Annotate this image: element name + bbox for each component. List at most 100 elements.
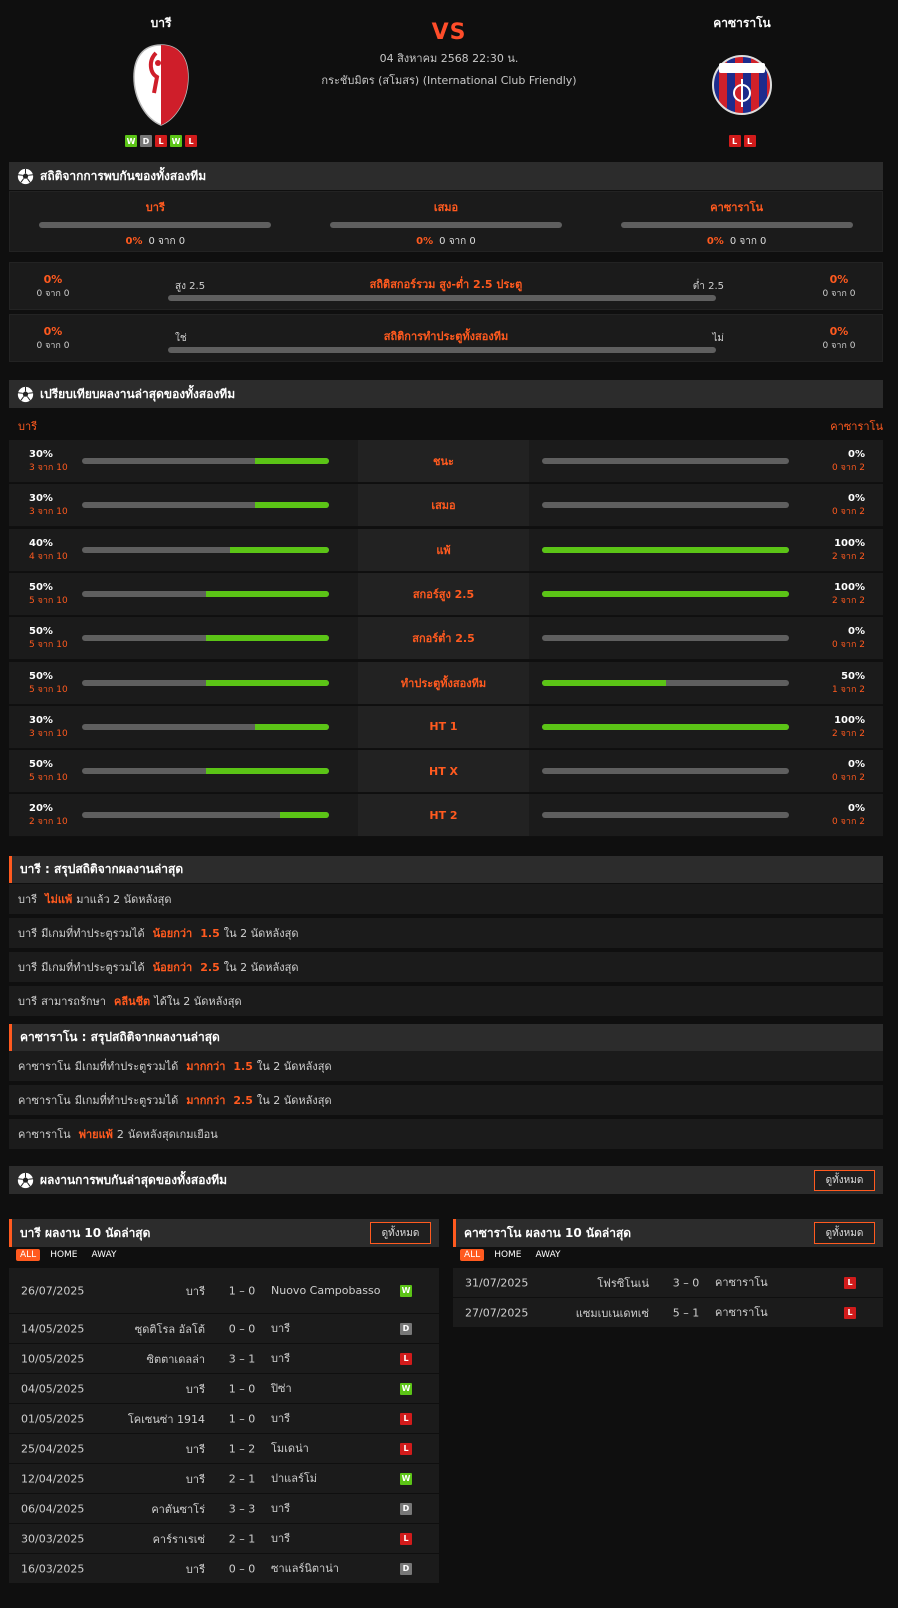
form-badge: L (185, 135, 197, 147)
summary-highlight: น้อยกว่า (152, 961, 193, 974)
compare-home-pct: 40% (29, 537, 53, 549)
match-away-team: ปาแลร์โม่ (271, 1471, 318, 1485)
compare-home-stat: 30% 3 จาก 10 (29, 715, 68, 740)
away-list-filters: ALL HOME AWAY (460, 1249, 565, 1261)
compare-away-stat: 100% 2 จาก 2 (832, 538, 865, 563)
match-row[interactable]: 25/04/2025 บารี 1 – 2 โมเดน่า L (9, 1434, 439, 1464)
summary-highlight: ไม่แพ้ (45, 893, 73, 906)
summary-text: ได้ใน 2 นัดหลังสุด (154, 995, 242, 1008)
compare-home-bar-fill (205, 768, 329, 775)
compare-home-stat: 50% 5 จาก 10 (29, 759, 68, 784)
compare-home-pct: 30% (29, 493, 53, 505)
compare-away-bar-fill (542, 723, 789, 730)
match-score: 0 – 0 (228, 1322, 256, 1335)
summary-line: คาซาราโน มีเกมที่ทำประตูรวมได้ มากกว่า 2.5 ใ… (9, 1085, 883, 1115)
compare-row-label: แพ้ (358, 528, 529, 571)
match-row[interactable]: 12/04/2025 บารี 2 – 1 ปาแลร์โม่ W (9, 1464, 439, 1494)
match-row[interactable]: 04/05/2025 บารี 1 – 0 ปิซ่า W (9, 1374, 439, 1404)
h2h-pct: 0% (706, 236, 724, 247)
match-row[interactable]: 26/07/2025 บารี 1 – 0 Nuovo Campobasso W (9, 1268, 439, 1314)
match-date: 14/05/2025 (21, 1322, 85, 1335)
filter-all-tab[interactable]: ALL (460, 1249, 485, 1261)
home-list-title: บารี ผลงาน 10 นัดล่าสุด (20, 1225, 151, 1240)
compare-home-count: 3 จาก 10 (29, 728, 68, 739)
compare-home-bar-fill (230, 546, 329, 553)
compare-away-stat: 100% 2 จาก 2 (832, 582, 865, 607)
away-team[interactable]: คาซาราโน LL (682, 14, 802, 147)
compare-away-pct: 100% (834, 581, 865, 593)
away-list-view-all-button[interactable]: ดูทั้งหมด (814, 1222, 875, 1244)
h2h-bar (620, 222, 853, 228)
compare-home-bar (82, 635, 329, 642)
h2h-col-label: คาซาราโน (710, 201, 763, 214)
match-row[interactable]: 01/05/2025 โคเซนซ่า 1914 1 – 0 บารี L (9, 1404, 439, 1434)
summary-line: บารี มีเกมที่ทำประตูรวมได้ น้อยกว่า 2.5 ใน 2… (9, 952, 883, 982)
result-badge: W (400, 1472, 412, 1485)
summary-text: ใน 2 นัดหลังสุด (223, 927, 299, 940)
filter-home-tab[interactable]: HOME (46, 1249, 81, 1261)
compare-home-stat: 20% 2 จาก 10 (29, 803, 68, 828)
filter-away-tab[interactable]: AWAY (532, 1249, 565, 1261)
result-badge: D (400, 1562, 412, 1575)
compare-away-count: 0 จาก 2 (832, 463, 865, 473)
summary-text: ใน 2 นัดหลังสุด (256, 1060, 332, 1073)
summary-highlight: มากกว่า (186, 1094, 226, 1107)
compare-home-stat: 50% 5 จาก 10 (29, 626, 68, 651)
soccer-ball-icon (17, 168, 34, 184)
summary-text: คาซาราโน (18, 1128, 71, 1141)
compare-away-stat: 50% 1 จาก 2 (832, 671, 865, 696)
form-badge: L (728, 135, 741, 147)
summary-text: มีเกมที่ทำประตูรวมได้ (41, 927, 145, 940)
match-row[interactable]: 31/07/2025 โฟรซิโนเน่ 3 – 0 คาซาราโน L (453, 1268, 883, 1298)
filter-home-tab[interactable]: HOME (490, 1249, 525, 1261)
compare-home-bar (82, 458, 329, 464)
compare-away-pct: 50% (841, 670, 865, 682)
match-away-team: ซาแลร์นิตาน่า (271, 1561, 339, 1575)
form-badge: W (125, 135, 137, 147)
home-list-view-all-button[interactable]: ดูทั้งหมด (370, 1222, 431, 1244)
match-row[interactable]: 27/07/2025 แซมเบเนเดทเซ่ 5 – 1 คาซาราโน L (453, 1298, 883, 1328)
h2h-draws: เสมอ 0% 0 จาก 0 (329, 198, 562, 249)
result-badge: W (400, 1382, 412, 1395)
match-row[interactable]: 30/03/2025 คาร์ราเรเซ่ 2 – 1 บารี L (9, 1524, 439, 1554)
match-score: 0 – 0 (228, 1562, 256, 1575)
match-row[interactable]: 10/05/2025 ซิตตาเดลล่า 3 – 1 บารี L (9, 1344, 439, 1374)
compare-away-count: 2 จาก 2 (832, 551, 865, 562)
away-summary-header: คาซาราโน : สรุปสถิติจากผลงานล่าสุด (9, 1024, 883, 1051)
filter-away-tab[interactable]: AWAY (88, 1249, 121, 1261)
form-badge: L (743, 135, 756, 147)
compare-away-count: 2 จาก 2 (832, 595, 865, 606)
match-date: 01/05/2025 (21, 1412, 85, 1425)
match-away-team: Nuovo Campobasso (271, 1283, 381, 1297)
compare-away-count: 0 จาก 2 (832, 773, 865, 784)
h2h-pct: 0% (416, 236, 434, 247)
compare-away-bar-fill (542, 679, 666, 686)
summary-line: บารี สามารถรักษา คลีนชีต ได้ใน 2 นัดหลังสุด (9, 986, 883, 1016)
compare-home-stat: 50% 5 จาก 10 (29, 671, 68, 696)
summary-highlight: คลีนชีต (113, 995, 151, 1008)
match-home-team: คาตันซาโร่ (151, 1502, 205, 1516)
match-score: 1 – 0 (228, 1382, 256, 1395)
h2h-away-wins: คาซาราโน 0% 0 จาก 0 (620, 198, 853, 249)
home-form-guide: WDLWL (101, 135, 221, 147)
summary-text: ใน 2 นัดหลังสุด (223, 961, 299, 974)
home-summary-title: บารี : สรุปสถิติจากผลงานล่าสุด (20, 862, 184, 876)
match-home-team: แซมเบเนเดทเซ่ (575, 1306, 649, 1320)
match-home-team: บารี (185, 1472, 205, 1486)
compare-away-count: 0 จาก 2 (832, 640, 865, 651)
match-row[interactable]: 06/04/2025 คาตันซาโร่ 3 – 3 บารี D (9, 1494, 439, 1524)
recent-h2h-view-all-button[interactable]: ดูทั้งหมด (814, 1170, 875, 1191)
match-date: 30/03/2025 (21, 1532, 85, 1545)
match-row[interactable]: 16/03/2025 บารี 0 – 0 ซาแลร์นิตาน่า D (9, 1554, 439, 1584)
compare-home-bar (82, 679, 329, 686)
match-row[interactable]: 14/05/2025 ซุดติโรล อัลโต้ 0 – 0 บารี D (9, 1314, 439, 1344)
filter-all-tab[interactable]: ALL (16, 1249, 41, 1261)
compare-home-pct: 50% (29, 626, 53, 638)
match-header: บารี WDLWL VS 04 สิงหาคม 2568 22:30 น. ก… (0, 0, 898, 160)
compare-away-bar (542, 812, 789, 819)
btts-right-pct: 0% (829, 325, 849, 338)
recent-h2h-header: ผลงานการพบกันล่าสุดของทั้งสองทีม (9, 1166, 883, 1194)
match-away-team: บารี (271, 1531, 291, 1545)
match-date: 31/07/2025 (465, 1276, 529, 1289)
compare-home-count: 5 จาก 10 (29, 640, 68, 651)
